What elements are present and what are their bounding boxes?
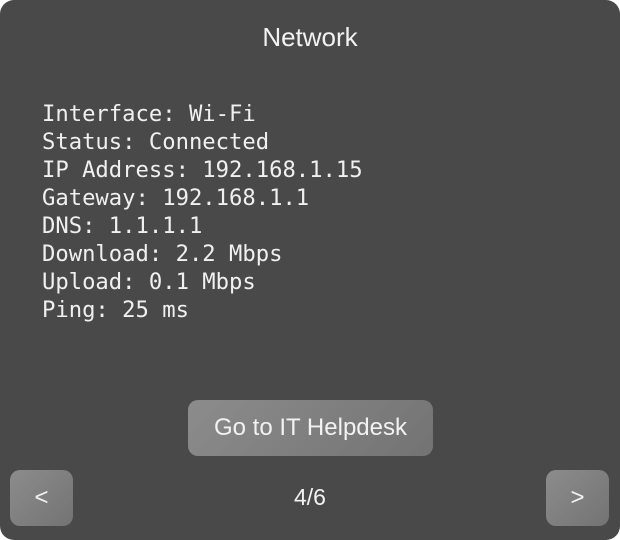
info-status: Status: Connected bbox=[42, 129, 270, 155]
info-interface: Interface: Wi-Fi bbox=[42, 101, 256, 127]
next-page-button[interactable]: > bbox=[546, 470, 609, 526]
network-panel: Network Interface: Wi-Fi Status: Connect… bbox=[0, 0, 620, 540]
info-download: Download: 2.2 Mbps bbox=[42, 241, 283, 267]
info-upload: Upload: 0.1 Mbps bbox=[42, 269, 256, 295]
network-info: Interface: Wi-Fi Status: Connected IP Ad… bbox=[42, 100, 363, 324]
info-dns: DNS: 1.1.1.1 bbox=[42, 213, 203, 239]
page-title: Network bbox=[262, 22, 358, 52]
info-gateway: Gateway: 192.168.1.1 bbox=[42, 185, 310, 211]
page-indicator: 4/6 bbox=[294, 484, 326, 510]
info-ip-address: IP Address: 192.168.1.15 bbox=[42, 157, 363, 183]
info-ping: Ping: 25 ms bbox=[42, 297, 189, 323]
it-helpdesk-button[interactable]: Go to IT Helpdesk bbox=[188, 400, 433, 456]
